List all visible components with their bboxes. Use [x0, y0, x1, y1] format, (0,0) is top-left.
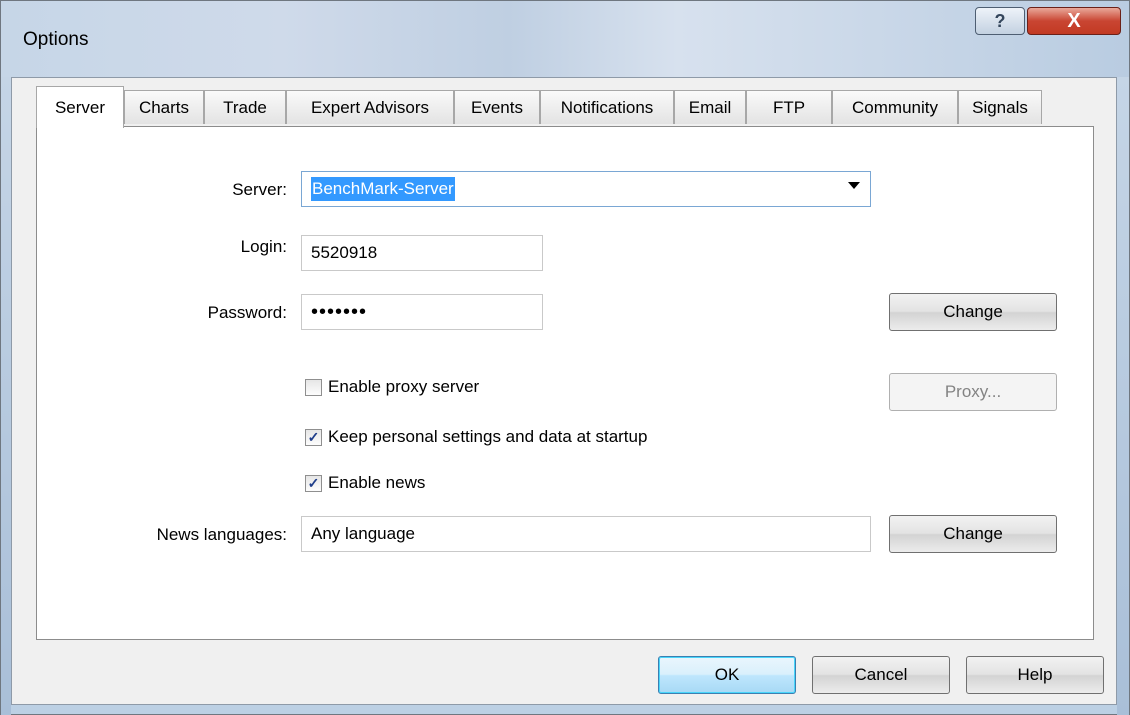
window-frame-left	[1, 77, 11, 715]
proxy-button[interactable]: Proxy...	[889, 373, 1057, 411]
enable-news-label: Enable news	[328, 473, 426, 492]
window-frame-right	[1117, 77, 1129, 715]
dialog-client-area: Server Charts Trade Expert Advisors Even…	[11, 77, 1117, 705]
close-icon: X	[1067, 9, 1081, 32]
tab-email[interactable]: Email	[674, 90, 746, 124]
checkbox-box[interactable]	[305, 378, 322, 396]
keep-settings-label: Keep personal settings and data at start…	[328, 427, 648, 446]
change-languages-button[interactable]: Change	[889, 515, 1057, 553]
cancel-button[interactable]: Cancel	[812, 656, 950, 694]
help-icon: ?	[994, 10, 1006, 31]
tab-signals[interactable]: Signals	[958, 90, 1042, 124]
ok-button[interactable]: OK	[658, 656, 796, 694]
tab-label: Community	[852, 97, 938, 117]
checkmark-icon[interactable]: ✓	[305, 428, 322, 446]
chevron-down-icon[interactable]	[848, 182, 860, 189]
tab-ftp[interactable]: FTP	[746, 90, 832, 124]
options-window: Options ? X Server Charts Trade Expert A…	[0, 0, 1130, 715]
password-input[interactable]: •••••••	[301, 294, 543, 330]
keep-settings-checkbox[interactable]: ✓ Keep personal settings and data at sta…	[305, 427, 647, 447]
tab-label: Trade	[223, 97, 267, 117]
server-combobox[interactable]: BenchMark-Server	[301, 171, 871, 207]
tab-label: Server	[54, 97, 106, 117]
server-label: Server:	[232, 180, 287, 199]
tab-charts[interactable]: Charts	[124, 90, 204, 124]
help-button[interactable]: Help	[966, 656, 1104, 694]
tab-label: Charts	[138, 97, 190, 117]
tab-expert-advisors[interactable]: Expert Advisors	[286, 90, 454, 124]
tab-label: Email	[688, 97, 732, 117]
login-input[interactable]: 5520918	[301, 235, 543, 271]
enable-news-checkbox[interactable]: ✓ Enable news	[305, 473, 425, 493]
enable-proxy-checkbox[interactable]: Enable proxy server	[305, 377, 479, 397]
change-password-button[interactable]: Change	[889, 293, 1057, 331]
news-languages-label: News languages:	[156, 525, 287, 544]
checkmark-icon[interactable]: ✓	[305, 474, 322, 492]
login-label: Login:	[240, 237, 287, 256]
server-value: BenchMark-Server	[311, 177, 455, 201]
tab-trade[interactable]: Trade	[204, 90, 286, 124]
news-languages-field[interactable]: Any language	[301, 516, 871, 552]
tab-label: Notifications	[560, 97, 654, 117]
tab-events[interactable]: Events	[454, 90, 540, 124]
tab-label: FTP	[772, 97, 806, 117]
tab-notifications[interactable]: Notifications	[540, 90, 674, 124]
tab-label: Expert Advisors	[310, 97, 430, 117]
enable-proxy-label: Enable proxy server	[328, 377, 480, 396]
window-title: Options	[23, 29, 89, 50]
title-bar[interactable]: Options ? X	[1, 1, 1129, 77]
tab-server[interactable]: Server	[36, 86, 124, 128]
help-title-button[interactable]: ?	[975, 7, 1025, 35]
server-tab-panel: Server: BenchMark-Server Login: 5520918 …	[36, 126, 1094, 640]
tab-label: Signals	[972, 97, 1028, 117]
close-button[interactable]: X	[1027, 7, 1121, 35]
tab-label: Events	[471, 97, 523, 117]
password-label: Password:	[207, 303, 287, 322]
tab-community[interactable]: Community	[832, 90, 958, 124]
